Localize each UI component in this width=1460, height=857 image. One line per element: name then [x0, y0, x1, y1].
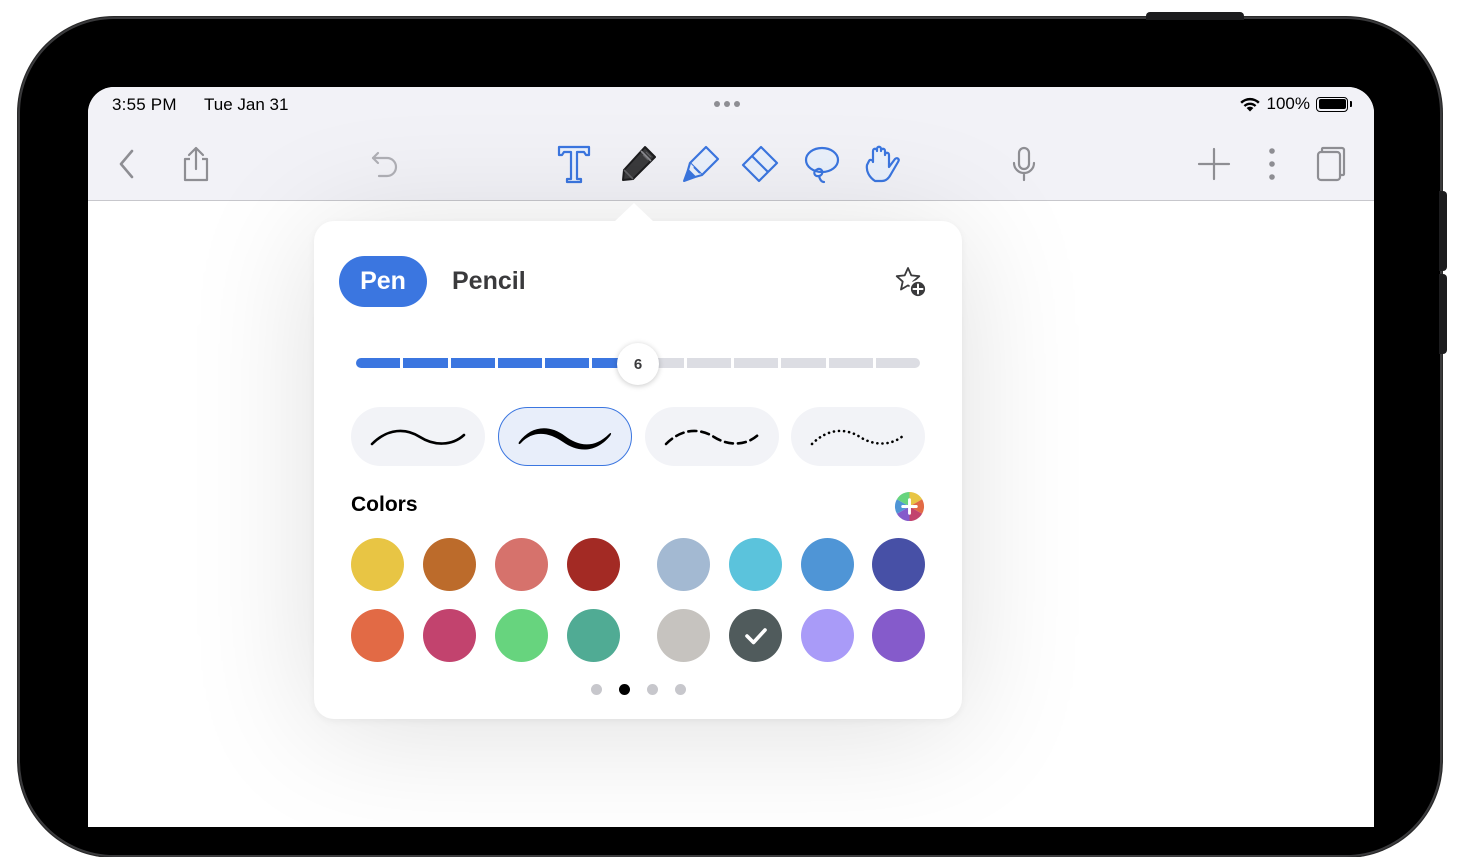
color-swatch[interactable]: [872, 609, 925, 662]
page-dot[interactable]: [591, 684, 602, 695]
color-swatch[interactable]: [423, 609, 476, 662]
thickness-segment[interactable]: [781, 358, 826, 368]
status-bar: 3:55 PM Tue Jan 31 100%: [88, 87, 1374, 127]
device-volume-up-button: [1439, 191, 1447, 271]
more-button[interactable]: [1264, 127, 1280, 200]
thickness-segment[interactable]: [545, 358, 590, 368]
tab-pencil[interactable]: Pencil: [452, 256, 526, 307]
stroke-style-smooth[interactable]: [351, 407, 485, 466]
star-add-icon: [895, 267, 927, 298]
stroke-style-pressure[interactable]: [498, 407, 632, 466]
undo-button[interactable]: [368, 127, 402, 200]
thickness-segment[interactable]: [403, 358, 448, 368]
stroke-style-dotted[interactable]: [791, 407, 925, 466]
tool-hand[interactable]: [860, 127, 904, 200]
chevron-left-icon: [119, 149, 134, 178]
thickness-segment[interactable]: [828, 358, 873, 368]
pen-settings-popover: Pen Pencil 6 Colors: [314, 203, 962, 719]
status-time: 3:55 PM: [112, 95, 177, 114]
microphone-icon: [1012, 146, 1036, 181]
highlighter-tool-icon: [683, 145, 720, 182]
color-swatch[interactable]: [657, 538, 710, 591]
colors-label: Colors: [351, 493, 418, 516]
eraser-tool-icon: [741, 145, 779, 182]
pages-icon: [1316, 146, 1346, 181]
tool-text[interactable]: [555, 127, 593, 200]
plus-icon: [1197, 147, 1231, 180]
tool-eraser[interactable]: [738, 127, 782, 200]
thickness-segment[interactable]: [450, 358, 495, 368]
stroke-styles: [351, 407, 925, 466]
page-dot[interactable]: [619, 684, 630, 695]
thickness-segment[interactable]: [875, 358, 920, 368]
stroke-dotted-icon: [810, 429, 906, 445]
color-wheel-add-icon: [894, 491, 925, 522]
more-vertical-icon: [1269, 147, 1275, 180]
checkmark-icon: [744, 627, 767, 644]
text-tool-icon: [557, 145, 591, 183]
page-dot[interactable]: [675, 684, 686, 695]
share-icon: [183, 146, 209, 181]
add-favorite-button[interactable]: [894, 265, 928, 299]
color-swatch[interactable]: [567, 609, 620, 662]
pen-tool-icon: [622, 145, 656, 181]
thickness-slider-thumb[interactable]: 6: [617, 343, 659, 385]
color-swatch[interactable]: [801, 538, 854, 591]
color-swatch[interactable]: [351, 538, 404, 591]
page-dot[interactable]: [647, 684, 658, 695]
thickness-segment[interactable]: [356, 358, 401, 368]
stroke-dashed-icon: [664, 429, 760, 445]
wifi-icon: [1239, 97, 1260, 112]
thickness-segment[interactable]: [497, 358, 542, 368]
device-volume-down-button: [1439, 274, 1447, 354]
undo-icon: [371, 151, 398, 177]
microphone-button[interactable]: [1008, 127, 1040, 200]
device-top-button: [1146, 12, 1244, 20]
battery-percent: 100%: [1266, 94, 1310, 113]
color-swatch[interactable]: [495, 538, 548, 591]
color-page-indicator[interactable]: [591, 684, 686, 695]
tool-highlighter[interactable]: [679, 127, 723, 200]
lasso-tool-icon: [804, 146, 840, 183]
tool-pen[interactable]: [616, 127, 660, 200]
thickness-segment[interactable]: [686, 358, 731, 368]
custom-color-button[interactable]: [894, 491, 925, 522]
back-button[interactable]: [112, 127, 142, 200]
battery-icon: [1316, 96, 1348, 112]
status-right: 100%: [1239, 94, 1352, 114]
color-swatch[interactable]: [351, 609, 404, 662]
pages-button[interactable]: [1314, 127, 1348, 200]
popover-arrow: [614, 203, 654, 222]
share-button[interactable]: [178, 127, 214, 200]
add-button[interactable]: [1196, 127, 1232, 200]
color-swatch[interactable]: [657, 609, 710, 662]
tool-lasso[interactable]: [799, 127, 843, 200]
color-swatch[interactable]: [423, 538, 476, 591]
color-swatch[interactable]: [567, 538, 620, 591]
tab-pen[interactable]: Pen: [339, 256, 427, 307]
stroke-style-dashed[interactable]: [645, 407, 779, 466]
battery-tip: [1350, 101, 1352, 107]
color-swatch[interactable]: [729, 609, 782, 662]
thickness-slider[interactable]: 6: [356, 343, 920, 385]
color-swatch[interactable]: [729, 538, 782, 591]
color-swatch[interactable]: [872, 538, 925, 591]
stroke-smooth-icon: [370, 429, 466, 445]
color-swatch[interactable]: [495, 609, 548, 662]
hand-tool-icon: [865, 145, 900, 182]
status-date: Tue Jan 31: [204, 95, 289, 114]
thickness-segment[interactable]: [734, 358, 779, 368]
color-swatch[interactable]: [801, 609, 854, 662]
multitasking-dots-icon[interactable]: [714, 95, 740, 107]
toolbar: [88, 127, 1374, 201]
stroke-pressure-icon: [518, 427, 612, 450]
